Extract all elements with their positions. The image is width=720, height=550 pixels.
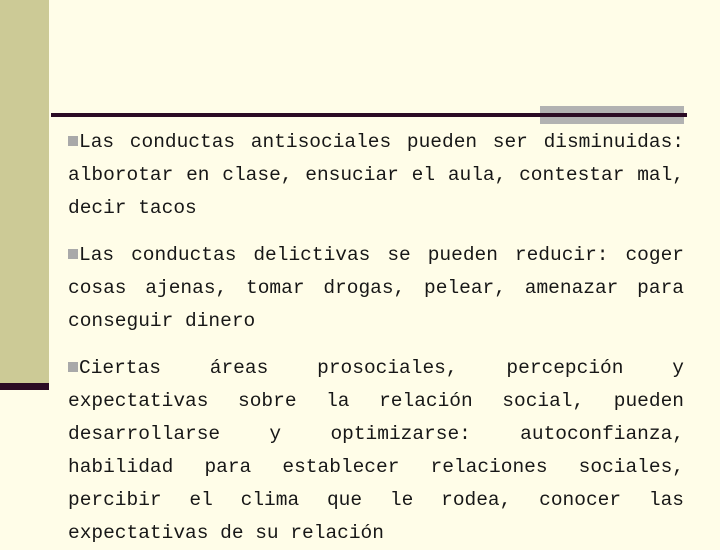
square-bullet-icon: [68, 362, 78, 372]
left-decorative-band: [0, 0, 49, 383]
slide-canvas: Las conductas antisociales pueden ser di…: [0, 0, 720, 544]
bullet-paragraph-1: Las conductas antisociales pueden ser di…: [68, 126, 684, 225]
bullet-paragraph-3: Ciertas áreas prosociales, percepción y …: [68, 352, 684, 550]
square-bullet-icon: [68, 249, 78, 259]
slide-body: Las conductas antisociales pueden ser di…: [68, 126, 684, 550]
square-bullet-icon: [68, 136, 78, 146]
left-accent-stripe: [0, 383, 49, 390]
bullet-paragraph-1-text: Las conductas antisociales pueden ser di…: [68, 131, 684, 219]
bullet-paragraph-3-text: Ciertas áreas prosociales, percepción y …: [68, 357, 684, 544]
bullet-paragraph-2: Las conductas delictivas se pueden reduc…: [68, 239, 684, 338]
header-rule-line: [51, 113, 687, 117]
bullet-paragraph-2-text: Las conductas delictivas se pueden reduc…: [68, 244, 684, 332]
